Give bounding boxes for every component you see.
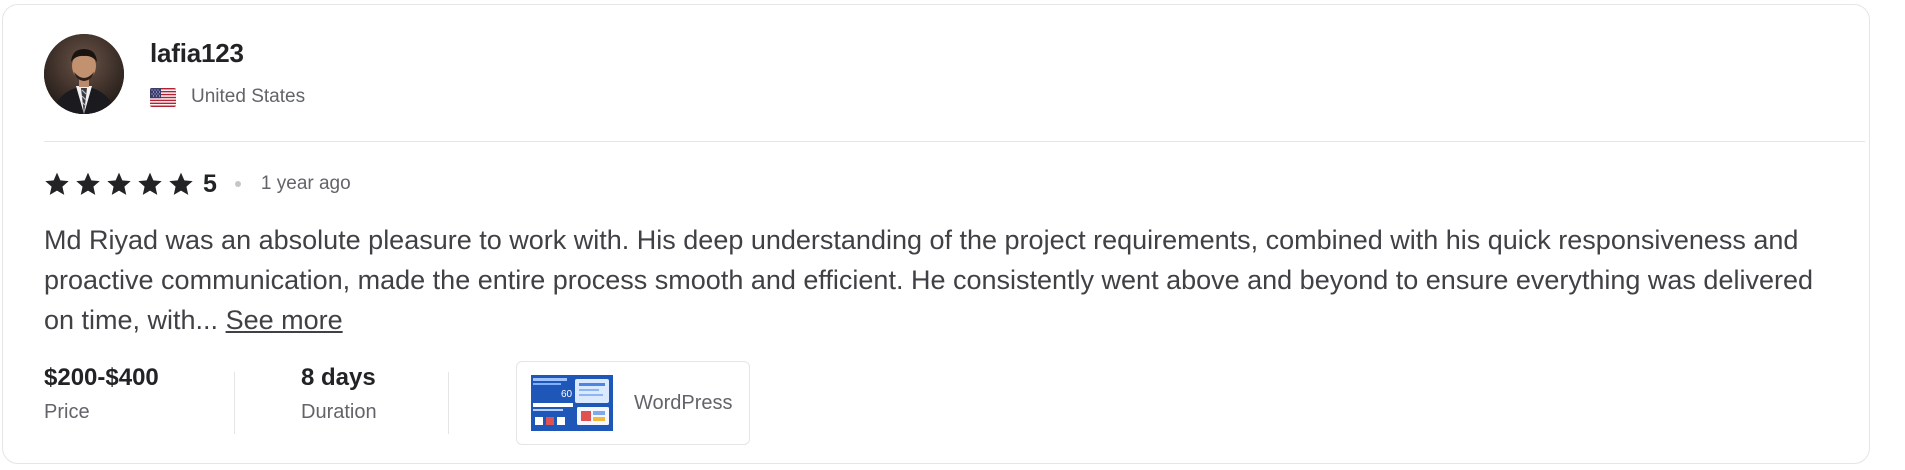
reviewer-header: lafia123 United States xyxy=(44,34,1844,114)
gig-chip[interactable]: 60 WordPress xyxy=(516,361,750,445)
gig-category: WordPress xyxy=(634,391,733,414)
review-card: lafia123 United States 5 1 year ago Md R… xyxy=(2,4,1870,464)
duration-block: 8 days Duration xyxy=(301,364,377,424)
duration-label: Duration xyxy=(301,401,377,423)
rating-value: 5 xyxy=(203,169,217,198)
separator-dot xyxy=(234,181,241,187)
price-block: $200-$400 Price xyxy=(44,364,159,424)
meta-divider xyxy=(448,372,449,434)
price-value: $200-$400 xyxy=(44,364,159,391)
star-icon xyxy=(45,172,69,195)
meta-divider xyxy=(234,372,235,434)
gig-thumbnail: 60 xyxy=(531,375,613,431)
duration-value: 8 days xyxy=(301,364,376,391)
avatar-photo xyxy=(44,34,124,114)
avatar[interactable] xyxy=(44,34,124,114)
reviewer-country-row: United States xyxy=(150,86,305,108)
star-icon xyxy=(169,172,193,195)
gig-thumb-number: 60 xyxy=(561,389,573,400)
star-icon xyxy=(76,172,100,195)
see-more-link[interactable]: See more xyxy=(226,305,343,335)
reviewer-username[interactable]: lafia123 xyxy=(150,38,244,69)
rating-row: 5 1 year ago xyxy=(44,168,351,200)
star-icon xyxy=(138,172,162,195)
divider xyxy=(44,141,1865,142)
review-text-block: Md Riyad was an absolute pleasure to wor… xyxy=(44,220,1834,340)
us-flag-icon xyxy=(150,87,176,107)
star-icon xyxy=(107,172,131,195)
price-label: Price xyxy=(44,401,90,423)
star-rating xyxy=(44,171,199,197)
reviewer-country: United States xyxy=(191,86,306,107)
review-time: 1 year ago xyxy=(260,173,351,194)
